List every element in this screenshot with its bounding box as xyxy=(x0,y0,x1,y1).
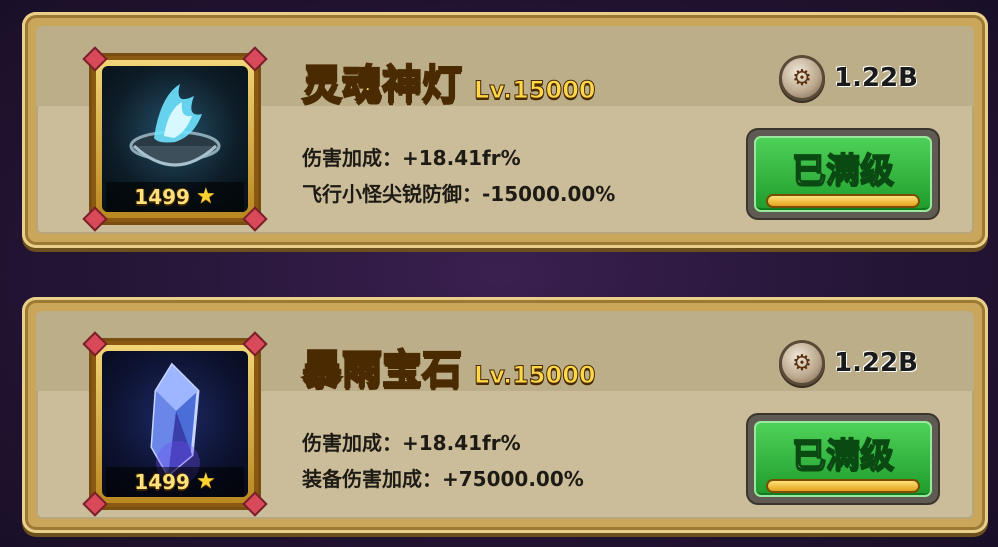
stat-line: 装备伤害加成：+75000.00% xyxy=(302,461,584,497)
rating-value: 1499 xyxy=(134,185,190,209)
item-title-row: 暴雨宝石 Lv.15000 xyxy=(301,337,597,395)
stat-value: +18.41fr% xyxy=(402,146,521,170)
item-rating: 1499 ★ xyxy=(106,182,244,212)
stat-line: 伤害加成：+18.41fr% xyxy=(302,425,584,461)
stat-value: -15000.00% xyxy=(482,182,616,206)
stat-label: 伤害加成： xyxy=(302,431,402,455)
button-label: 已满级 xyxy=(791,150,895,192)
button-progress-bar xyxy=(768,481,918,491)
gear-currency-icon: ⚙ xyxy=(782,343,822,383)
max-level-button[interactable]: 已满级 xyxy=(748,415,938,503)
star-icon: ★ xyxy=(195,184,216,209)
star-icon: ★ xyxy=(195,469,216,494)
item-stats: 伤害加成：+18.41fr% 飞行小怪尖锐防御：-15000.00% xyxy=(302,140,615,212)
stat-value: +75000.00% xyxy=(442,467,584,491)
stat-label: 飞行小怪尖锐防御： xyxy=(302,182,482,206)
upgrade-cost: ⚙ 1.22B xyxy=(782,58,918,98)
item-icon-frame[interactable]: 1499 ★ xyxy=(85,334,265,514)
item-name: 灵魂神灯 xyxy=(301,61,463,109)
item-stats: 伤害加成：+18.41fr% 装备伤害加成：+75000.00% xyxy=(302,425,584,497)
item-icon-frame[interactable]: 1499 ★ xyxy=(85,49,265,229)
stat-value: +18.41fr% xyxy=(402,431,521,455)
stat-line: 伤害加成：+18.41fr% xyxy=(302,140,615,176)
button-label: 已满级 xyxy=(791,435,895,477)
rating-value: 1499 xyxy=(134,470,190,494)
item-level: Lv.15000 xyxy=(474,76,597,105)
item-title-row: 灵魂神灯 Lv.15000 xyxy=(301,52,597,110)
gear-currency-icon: ⚙ xyxy=(782,58,822,98)
item-card-storm-gem: 1499 ★ 暴雨宝石 Lv.15000 伤害加成：+18.41fr% 装备伤害… xyxy=(22,297,988,533)
cost-value: 1.22B xyxy=(834,63,918,93)
upgrade-cost: ⚙ 1.22B xyxy=(782,343,918,383)
item-card-soul-lamp: 1499 ★ 灵魂神灯 Lv.15000 伤害加成：+18.41fr% 飞行小怪… xyxy=(22,12,988,248)
max-level-button[interactable]: 已满级 xyxy=(748,130,938,218)
item-level: Lv.15000 xyxy=(474,361,597,390)
item-rating: 1499 ★ xyxy=(106,467,244,497)
button-progress-bar xyxy=(768,196,918,206)
stat-line: 飞行小怪尖锐防御：-15000.00% xyxy=(302,176,615,212)
stat-label: 装备伤害加成： xyxy=(302,467,442,491)
cost-value: 1.22B xyxy=(834,348,918,378)
item-name: 暴雨宝石 xyxy=(301,346,463,394)
stat-label: 伤害加成： xyxy=(302,146,402,170)
